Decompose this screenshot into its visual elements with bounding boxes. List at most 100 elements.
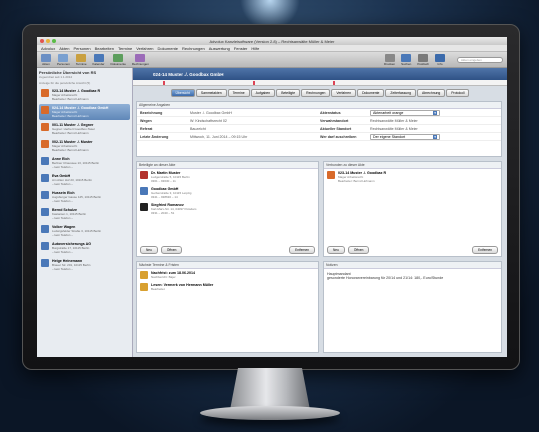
menu-item[interactable]: Rechnungen — [182, 46, 205, 51]
tab-7[interactable]: Dokumente — [357, 89, 385, 97]
upcoming-item[interactable]: Lesen: Vermerk von Hermann Müller Bearbei… — [137, 281, 318, 293]
toolbar-icon — [435, 53, 445, 62]
sidebar-item-detail: Kastanien 1, 10115 Berlin – kein Telefon… — [52, 212, 87, 220]
toolbar-button[interactable]: Dokumente — [111, 53, 126, 66]
sidebar-item[interactable]: Hussein Eich Augsburger Gasse 125, 10115 … — [39, 189, 130, 205]
sidebar-item[interactable]: 024-14 Muster ./. Goodbax GmbH Mager Arbe… — [39, 104, 130, 120]
toolbar-button[interactable]: Akten — [41, 53, 51, 66]
menu-item[interactable]: Advolux — [41, 46, 55, 51]
new-party-button[interactable]: Neu — [140, 246, 158, 254]
timeline-marker[interactable] — [333, 81, 335, 85]
toolbar-button[interactable]: Drucken — [384, 53, 395, 66]
person-icon — [140, 203, 148, 211]
toolbar-button[interactable]: Info — [435, 53, 445, 66]
toolbar-label: Akten — [42, 61, 50, 66]
folder-icon — [41, 89, 49, 97]
sidebar-item[interactable]: Autoversicherungs AG Burgstraße 17, 10115… — [39, 240, 130, 256]
search-input[interactable]: Akten eingeben — [457, 56, 503, 63]
sidebar-item[interactable]: 001-11 Muster ./. Gegner Gegner: Herbert … — [39, 121, 130, 137]
sidebar-subtitle: zugeordnet seit 1.1.2014 — [39, 75, 73, 79]
folder-icon — [327, 171, 335, 179]
field-select[interactable]: Der eigene Standort ▾ — [370, 133, 440, 140]
field-select[interactable]: Aktenarbeit orange ▾ — [370, 109, 440, 116]
field-label: Letzte Änderung — [140, 134, 169, 139]
window-titlebar: Advolux Kanzleisoftware (Version 2.8) – … — [37, 37, 507, 45]
upcoming-item[interactable]: Nachfrist: zum 18.06.2014 Nachbericht: Ba… — [137, 269, 318, 281]
field-label: Referat — [140, 126, 153, 131]
linked-detail: Mager Arbeitsrecht Bearbeiter: Bernd Hof… — [338, 175, 375, 183]
menu-item[interactable]: Verfahren — [136, 46, 153, 51]
parties-item[interactable]: Dr. Martin Muster Ludgerstraße 5, 10115 B… — [137, 169, 318, 185]
person-icon — [41, 191, 49, 199]
toolbar-label: Suchen — [401, 61, 412, 66]
select-value: Aktenarbeit orange — [373, 110, 404, 115]
toolbar-button[interactable]: Personen — [57, 53, 70, 66]
toolbar-icon — [418, 53, 429, 62]
tab-6[interactable]: Verfahren — [331, 89, 357, 97]
sidebar-item[interactable]: Helge Heinemann Brauer Str. 201, 10115 Be… — [39, 257, 130, 273]
field-value[interactable]: Bauzeicht — [190, 127, 320, 131]
sidebar-item[interactable]: 002-11 Muster ./. Muster Mager Arbeitsrec… — [39, 138, 130, 154]
menu-item[interactable]: Fenster — [234, 46, 248, 51]
tab-10[interactable]: Protokoll — [446, 89, 470, 97]
field-value[interactable]: W: Kindschaftsrecht 02 — [190, 119, 320, 123]
sidebar-item[interactable]: Eva GmbH Am Alten Hof 23, 10115 Berlin – … — [39, 172, 130, 188]
parties-item[interactable]: Goodbax GmbH Gerberstraße 3, 10115 Leipzi… — [137, 185, 318, 201]
menu-item[interactable]: Hilfe — [251, 46, 259, 51]
menu-item[interactable]: Personen — [73, 46, 90, 51]
linked-item[interactable]: 023-14 Muster ./. Goodbax R Mager Arbeits… — [324, 169, 501, 185]
toolbar-button[interactable]: Termine — [75, 53, 87, 66]
linked-title: Verbunden zu dieser Akte — [324, 162, 501, 169]
sidebar-list: 023-14 Muster ./. Goodbax R Mager Arbeits… — [39, 87, 130, 273]
menu-item[interactable]: Auswertung — [209, 46, 230, 51]
general-row: Wegen W: Kindschaftsrecht 02 Verwahrstando… — [137, 117, 501, 125]
tab-0[interactable]: Übersicht — [170, 89, 195, 97]
remove-linked-button[interactable]: Entfernen — [472, 246, 498, 254]
timeline[interactable] — [133, 80, 507, 86]
tab-1[interactable]: Sammelakten — [195, 89, 227, 97]
tab-8[interactable]: Zeiterfassung — [385, 89, 416, 97]
menu-item[interactable]: Bearbeiten — [95, 46, 114, 51]
toolbar-button[interactable]: Kalender — [93, 53, 105, 66]
sidebar-item[interactable]: Anne Eich Berliner Chaussee 13, 10115 Ber… — [39, 155, 130, 171]
toolbar-icon — [58, 53, 69, 62]
monitor-base — [200, 406, 340, 420]
menu-item[interactable]: Termine — [118, 46, 132, 51]
new-linked-button[interactable]: Neu — [327, 246, 345, 254]
sidebar-item[interactable]: 023-14 Muster ./. Goodbax R Mager Arbeits… — [39, 87, 130, 103]
toolbar-label: Info — [437, 61, 443, 66]
toolbar-icon — [41, 53, 51, 62]
menu-item[interactable]: Akten — [59, 46, 69, 51]
remove-party-button[interactable]: Entfernen — [289, 246, 315, 254]
sidebar-item-detail: Mager Arbeitsrecht Bearbeiter: Bernd Hof… — [52, 110, 89, 118]
field-value[interactable]: Muster ./. Goodbax GmbH — [190, 111, 320, 115]
tab-5[interactable]: Rechnungen — [301, 89, 331, 97]
toolbar-button[interactable]: Suchen — [401, 53, 412, 66]
sidebar-item[interactable]: Bernd Schulze Kastanien 1, 10115 Berlin –… — [39, 206, 130, 222]
tab-3[interactable]: Aufgaben — [250, 89, 276, 97]
timeline-marker[interactable] — [163, 81, 165, 85]
field-value[interactable]: Mittwoch, 11. Juni 2014 – 09:15 Uhr — [190, 135, 320, 139]
tab-2[interactable]: Termine — [227, 89, 250, 97]
select-value: Der eigene Standort — [373, 134, 406, 139]
open-party-button[interactable]: Öffnen — [160, 246, 183, 254]
chevron-down-icon: ▾ — [433, 110, 437, 115]
toolbar-button[interactable]: Rechnungen — [132, 53, 149, 66]
toolbar-label: Termine — [75, 61, 87, 66]
sidebar-item[interactable]: Volker Wagen Ludwigsfelder Straße 3, 1011… — [39, 223, 130, 239]
toolbar-icon — [401, 53, 412, 62]
tab-4[interactable]: Beteiligte — [276, 89, 301, 97]
toolbar-icon — [76, 53, 87, 62]
menu-item[interactable]: Dokumente — [158, 46, 178, 51]
notes-panel: Notizen Hauptmandant gesonderte Honorarv… — [323, 261, 502, 353]
toolbar-button[interactable]: Postfach — [417, 53, 429, 66]
toolbar-icon — [384, 53, 395, 62]
timeline-marker[interactable] — [253, 81, 255, 85]
tab-bar: Übersicht Sammelakten Termine Aufgaben Betei… — [133, 86, 507, 100]
parties-title: Beteiligte an dieser Akte — [137, 162, 318, 169]
general-row: Referat Bauzeicht Aktueller Standort Rechts… — [137, 125, 501, 133]
tab-9[interactable]: Abrechnung — [416, 89, 446, 97]
open-linked-button[interactable]: Öffnen — [347, 246, 370, 254]
parties-item[interactable]: Siegfried Romanov Karl-Marx-Str. 14, 0409… — [137, 201, 318, 217]
notes-text[interactable]: Hauptmandant gesonderte Honorarvereinbar… — [324, 269, 501, 283]
